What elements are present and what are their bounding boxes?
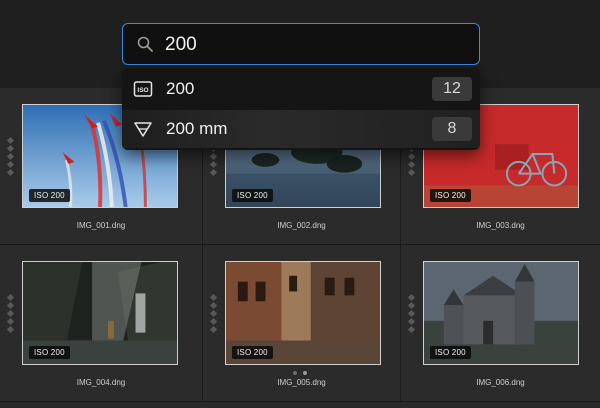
rating-stars[interactable] — [407, 293, 417, 334]
photo-thumbnail[interactable]: ISO 200 — [423, 261, 579, 365]
iso-badge: ISO 200 — [430, 189, 471, 202]
file-name: IMG_005.dng — [277, 378, 326, 387]
iso-icon: ISO — [133, 81, 153, 97]
file-name: IMG_002.dng — [277, 221, 326, 230]
photo-cell[interactable]: ISO 200 IMG_006.dng — [401, 245, 600, 402]
file-name: IMG_003.dng — [476, 221, 525, 230]
photo-cell[interactable]: ISO 200 IMG_004.dng — [0, 245, 203, 402]
search-box[interactable] — [122, 23, 480, 65]
rating-stars[interactable] — [209, 293, 219, 334]
suggestion-count: 8 — [432, 117, 472, 141]
rating-stars[interactable] — [6, 293, 16, 334]
suggestion-label: 200 mm — [166, 119, 228, 138]
rating-stars[interactable] — [6, 136, 16, 177]
search-input[interactable] — [163, 30, 467, 60]
iso-badge: ISO 200 — [232, 189, 273, 202]
suggestion-count: 12 — [432, 77, 472, 101]
file-name: IMG_001.dng — [76, 221, 126, 230]
iso-badge: ISO 200 — [232, 346, 273, 359]
photo-thumbnail[interactable]: ISO 200 — [22, 261, 178, 365]
photo-cell[interactable]: ISO 200 IMG_005.dng — [203, 245, 401, 402]
iso-badge: ISO 200 — [29, 189, 70, 202]
svg-text:ISO: ISO — [137, 87, 148, 94]
file-name: IMG_006.dng — [476, 378, 525, 387]
page-indicator — [293, 371, 307, 375]
photo-thumbnail[interactable]: ISO 200 — [225, 261, 381, 365]
suggestion-item-focal-length[interactable]: 200 mm 8 — [122, 110, 480, 148]
iso-badge: ISO 200 — [430, 346, 471, 359]
page-dot-active[interactable] — [303, 371, 307, 375]
suggestion-dropdown: ISO 200 12 200 mm 8 — [122, 68, 480, 150]
suggestion-item-iso[interactable]: ISO 200 12 — [122, 70, 480, 108]
file-name: IMG_004.dng — [76, 378, 126, 387]
aperture-triangle-icon — [134, 122, 152, 137]
search-icon — [137, 36, 153, 52]
iso-badge: ISO 200 — [29, 346, 70, 359]
suggestion-label: 200 — [166, 79, 195, 98]
page-dot[interactable] — [293, 371, 297, 375]
